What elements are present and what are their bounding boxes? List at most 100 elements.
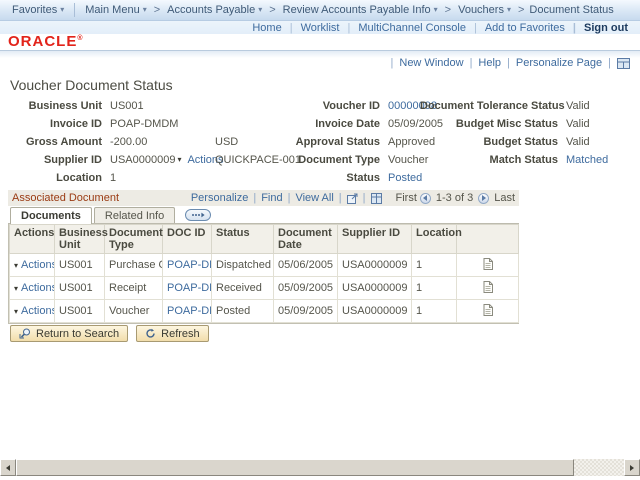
location-value: 1 [110, 172, 116, 184]
tab-documents[interactable]: Documents [10, 207, 92, 224]
tab-related-info[interactable]: Related Info [94, 207, 175, 223]
help-link[interactable]: Help [464, 57, 501, 69]
document-icon[interactable] [483, 307, 493, 319]
worklist-link[interactable]: Worklist [282, 22, 340, 34]
layout-grid-icon[interactable] [602, 57, 630, 69]
row-actions-dropdown-icon[interactable]: ▾ [14, 261, 18, 270]
cell-status: Posted [212, 300, 274, 323]
multichannel-console-link[interactable]: MultiChannel Console [339, 22, 465, 34]
table-row: ▾Actions US001 Voucher POAP-DM Posted 05… [10, 300, 519, 323]
chevron-down-icon: ▾ [507, 6, 511, 14]
favorites-menu[interactable]: Favorites ▾ [8, 4, 68, 16]
header-location: Location [412, 225, 457, 254]
scroll-left-icon[interactable] [0, 459, 16, 476]
add-to-favorites-link[interactable]: Add to Favorites [466, 22, 565, 34]
grid-toolbar: Personalize Find View All First 1-3 of 3… [191, 192, 515, 204]
field-label: Location [10, 172, 102, 184]
chevron-down-icon: ▾ [143, 6, 147, 14]
field-budget-misc-status: Budget Misc Status Valid [420, 115, 608, 133]
field-label: Invoice ID [10, 118, 102, 130]
cell-doc-id-link[interactable]: POAP-DM [163, 254, 212, 277]
cell-actions: ▾Actions [10, 300, 55, 323]
field-invoice-id: Invoice ID POAP-DMDM [10, 115, 224, 133]
field-label: Document Tolerance Status [420, 100, 558, 112]
field-location: Location 1 [10, 169, 224, 187]
cell-doc-id-link[interactable]: POAP-DM [163, 300, 212, 323]
field-label: Budget Misc Status [420, 118, 558, 130]
row-actions-dropdown-icon[interactable]: ▾ [14, 307, 18, 316]
row-actions-link[interactable]: Actions [21, 305, 54, 317]
header-actions: Actions [10, 225, 55, 254]
next-rows-icon[interactable] [478, 193, 489, 204]
cell-business-unit: US001 [55, 300, 105, 323]
refresh-icon [145, 328, 156, 339]
business-unit-value: US001 [110, 100, 144, 112]
row-actions-link[interactable]: Actions [21, 282, 54, 294]
cell-location: 1 [412, 277, 457, 300]
zoom-window-icon[interactable] [334, 192, 358, 204]
field-label: Document Type [282, 154, 380, 166]
tab-documents-label: Documents [21, 210, 81, 222]
home-link[interactable]: Home [252, 22, 281, 34]
chevron-down-icon: ▾ [434, 6, 438, 14]
header-view-document [457, 225, 519, 254]
field-business-unit: Business Unit US001 [10, 97, 224, 115]
footer-buttons: Return to Search Refresh [10, 325, 209, 342]
registered-mark: ® [77, 35, 82, 42]
table-row: ▾Actions US001 Purchase Order POAP-DM Di… [10, 254, 519, 277]
cell-supplier-id: USA0000009 [338, 254, 412, 277]
favorites-label: Favorites [12, 4, 57, 16]
return-to-search-button[interactable]: Return to Search [10, 325, 128, 342]
personalize-page-link[interactable]: Personalize Page [501, 57, 602, 69]
breadcrumb-item-accounts-payable[interactable]: Accounts Payable ▾ [163, 4, 266, 16]
field-invoice-date: Invoice Date 05/09/2005 [282, 115, 443, 133]
tab-related-info-label: Related Info [105, 210, 164, 222]
scroll-right-icon[interactable] [624, 459, 640, 476]
breadcrumb-separator: > [445, 4, 451, 16]
cell-document-date: 05/09/2005 [274, 300, 338, 323]
view-all-link[interactable]: View All [283, 192, 334, 204]
row-actions-dropdown-icon[interactable]: ▾ [14, 284, 18, 293]
row-actions-link[interactable]: Actions [21, 259, 54, 271]
cell-location: 1 [412, 254, 457, 277]
cell-view-document [457, 300, 519, 323]
cell-location: 1 [412, 300, 457, 323]
cell-document-type: Purchase Order [105, 254, 163, 277]
horizontal-scrollbar [0, 459, 640, 476]
show-all-columns-icon[interactable] [185, 209, 211, 221]
section-title: Associated Document [12, 192, 119, 204]
document-icon[interactable] [483, 284, 493, 296]
invoice-id-value: POAP-DMDM [110, 118, 178, 130]
return-to-search-label: Return to Search [36, 328, 119, 340]
cell-business-unit: US001 [55, 254, 105, 277]
cell-document-type: Voucher [105, 300, 163, 323]
chevron-down-icon: ▾ [60, 6, 64, 14]
cell-business-unit: US001 [55, 277, 105, 300]
main-menu[interactable]: Main Menu ▾ [81, 4, 150, 16]
cell-doc-id-link[interactable]: POAP-DM [163, 277, 212, 300]
cell-actions: ▾Actions [10, 254, 55, 277]
previous-rows-icon[interactable] [420, 193, 431, 204]
personalize-link[interactable]: Personalize [191, 192, 248, 204]
status-link[interactable]: Posted [388, 172, 422, 184]
header-document-date: Document Date [274, 225, 338, 254]
match-status-link[interactable]: Matched [566, 154, 608, 166]
new-window-link[interactable]: New Window [385, 57, 464, 69]
field-approval-status: Approval Status Approved [282, 133, 443, 151]
breadcrumb-item-vouchers[interactable]: Vouchers ▾ [454, 4, 515, 16]
refresh-button[interactable]: Refresh [136, 325, 209, 342]
breadcrumb-separator: > [518, 4, 524, 16]
field-gross-amount: Gross Amount -200.00 USD [10, 133, 224, 151]
breadcrumb-item-review-ap-info[interactable]: Review Accounts Payable Info ▾ [279, 4, 442, 16]
supplier-actions-dropdown-icon[interactable]: ▾ [177, 156, 181, 164]
field-label: Status [282, 172, 380, 184]
main-menu-label: Main Menu [85, 4, 139, 16]
sign-out-link[interactable]: Sign out [565, 22, 628, 34]
scrollbar-thumb[interactable] [16, 459, 574, 476]
utility-bar: Home Worklist MultiChannel Console Add t… [0, 21, 640, 34]
cell-supplier-id: USA0000009 [338, 277, 412, 300]
download-grid-icon[interactable] [358, 192, 382, 204]
find-link[interactable]: Find [248, 192, 282, 204]
document-icon[interactable] [483, 261, 493, 273]
row-range: 1-3 of 3 [436, 192, 473, 204]
